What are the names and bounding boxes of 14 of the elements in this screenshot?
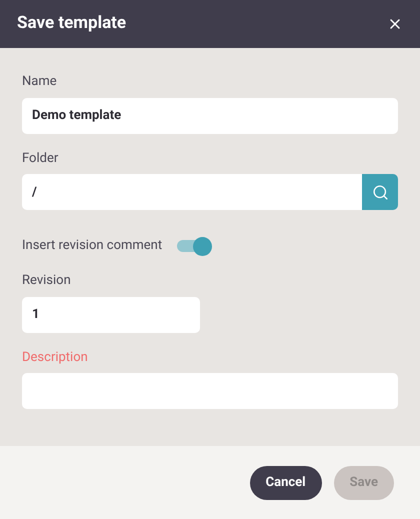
dialog-button[interactable]: Cancel [250, 466, 322, 500]
toggle-label: Insert revision comment [22, 237, 162, 256]
window-title: Save template [17, 12, 126, 36]
text-input[interactable] [22, 373, 398, 409]
search-icon [372, 184, 388, 200]
search-button[interactable] [362, 174, 398, 210]
text-input[interactable]: 1 [22, 296, 200, 332]
text-input[interactable]: Demo template [22, 98, 398, 134]
field-label: Revision [22, 272, 72, 290]
toggle-switch[interactable] [176, 236, 212, 256]
field-label: Folder [22, 150, 60, 168]
text-input[interactable]: / [22, 174, 362, 210]
field-label: Name [22, 73, 58, 91]
field-label: Description [22, 348, 89, 366]
